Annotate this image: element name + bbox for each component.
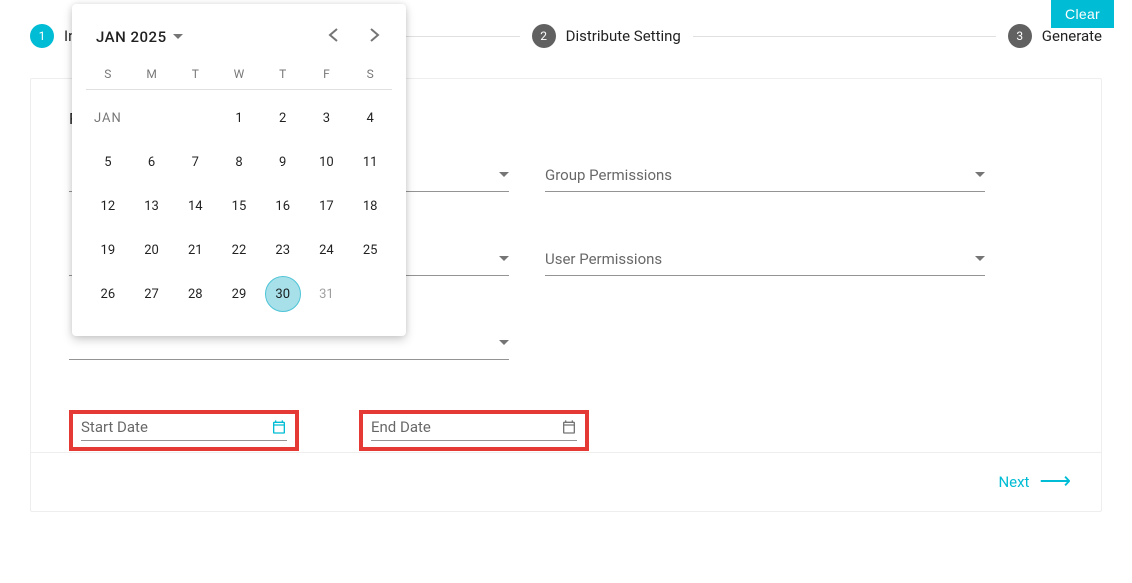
chevron-down-icon [499, 256, 509, 261]
calendar-day[interactable]: 25 [348, 228, 392, 272]
step-1-number: 1 [30, 24, 54, 48]
group-permissions-label: Group Permissions [545, 166, 672, 184]
calendar-empty [130, 96, 174, 140]
calendar-dow: M [130, 61, 174, 89]
calendar-day[interactable]: 22 [217, 228, 261, 272]
clear-button[interactable]: Clear [1051, 0, 1114, 28]
calendar-day[interactable]: 15 [217, 184, 261, 228]
card-footer: Next ⟶ [31, 452, 1101, 511]
calendar-day[interactable]: 6 [130, 140, 174, 184]
user-permissions-label: User Permissions [545, 250, 662, 268]
chevron-down-icon [499, 172, 509, 177]
calendar-icon[interactable] [271, 419, 287, 435]
step-2[interactable]: 2 Distribute Setting [532, 24, 681, 48]
group-permissions-select[interactable]: Group Permissions [545, 158, 985, 192]
calendar-day[interactable]: 14 [173, 184, 217, 228]
end-date-highlight: End Date [359, 410, 589, 451]
arrow-right-icon: ⟶ [1039, 471, 1071, 493]
calendar-day[interactable]: 10 [305, 140, 349, 184]
chevron-down-icon [975, 172, 985, 177]
prev-month-button[interactable] [324, 22, 342, 51]
chevron-down-icon [499, 340, 509, 345]
step-2-label: Distribute Setting [566, 27, 681, 45]
calendar-empty [348, 272, 392, 316]
calendar-day: 31 [305, 272, 349, 316]
end-date-label: End Date [371, 418, 431, 436]
calendar-day[interactable]: 9 [261, 140, 305, 184]
calendar-day[interactable]: 4 [348, 96, 392, 140]
month-year-selector[interactable]: JAN 2025 [96, 28, 183, 46]
step-divider [693, 36, 996, 37]
calendar-day[interactable]: 7 [173, 140, 217, 184]
chevron-down-icon [173, 34, 183, 39]
start-date-label: Start Date [81, 418, 148, 436]
calendar-day[interactable]: 11 [348, 140, 392, 184]
chevron-down-icon [975, 256, 985, 261]
end-date-input[interactable]: End Date [371, 418, 577, 441]
calendar-day[interactable]: 24 [305, 228, 349, 272]
calendar-day[interactable]: 16 [261, 184, 305, 228]
calendar-day[interactable]: 17 [305, 184, 349, 228]
calendar-day[interactable]: 21 [173, 228, 217, 272]
calendar-day[interactable]: 3 [305, 96, 349, 140]
calendar-day[interactable]: 30 [261, 272, 305, 316]
calendar-day[interactable]: 28 [173, 272, 217, 316]
step-2-number: 2 [532, 24, 556, 48]
datepicker-popup: JAN 2025 SMTWTFSJAN123456789101112131415… [72, 4, 406, 336]
calendar-icon[interactable] [561, 419, 577, 435]
calendar-day[interactable]: 8 [217, 140, 261, 184]
calendar-day[interactable]: 13 [130, 184, 174, 228]
calendar-dow: T [261, 61, 305, 89]
calendar-month-short: JAN [86, 96, 130, 140]
calendar-day[interactable]: 1 [217, 96, 261, 140]
next-button[interactable]: Next ⟶ [998, 471, 1071, 493]
calendar-day[interactable]: 18 [348, 184, 392, 228]
calendar-day[interactable]: 5 [86, 140, 130, 184]
calendar-dow: T [173, 61, 217, 89]
calendar-day[interactable]: 12 [86, 184, 130, 228]
month-year-label: JAN 2025 [96, 28, 167, 46]
calendar-dow: S [348, 61, 392, 89]
calendar-dow: F [305, 61, 349, 89]
calendar-day[interactable]: 26 [86, 272, 130, 316]
calendar-dow: S [86, 61, 130, 89]
step-3-number: 3 [1008, 24, 1032, 48]
calendar-day[interactable]: 27 [130, 272, 174, 316]
calendar-day[interactable]: 23 [261, 228, 305, 272]
calendar-grid: SMTWTFSJAN123456789101112131415161718192… [72, 61, 406, 316]
calendar-day[interactable]: 29 [217, 272, 261, 316]
user-permissions-select[interactable]: User Permissions [545, 242, 985, 276]
start-date-input[interactable]: Start Date [81, 418, 287, 441]
calendar-dow: W [217, 61, 261, 89]
step-3-label: Generate [1042, 27, 1102, 45]
calendar-day[interactable]: 20 [130, 228, 174, 272]
start-date-highlight: Start Date [69, 410, 299, 451]
calendar-day[interactable]: 2 [261, 96, 305, 140]
next-label: Next [998, 473, 1029, 491]
next-month-button[interactable] [366, 22, 384, 51]
calendar-empty [173, 96, 217, 140]
calendar-day[interactable]: 19 [86, 228, 130, 272]
